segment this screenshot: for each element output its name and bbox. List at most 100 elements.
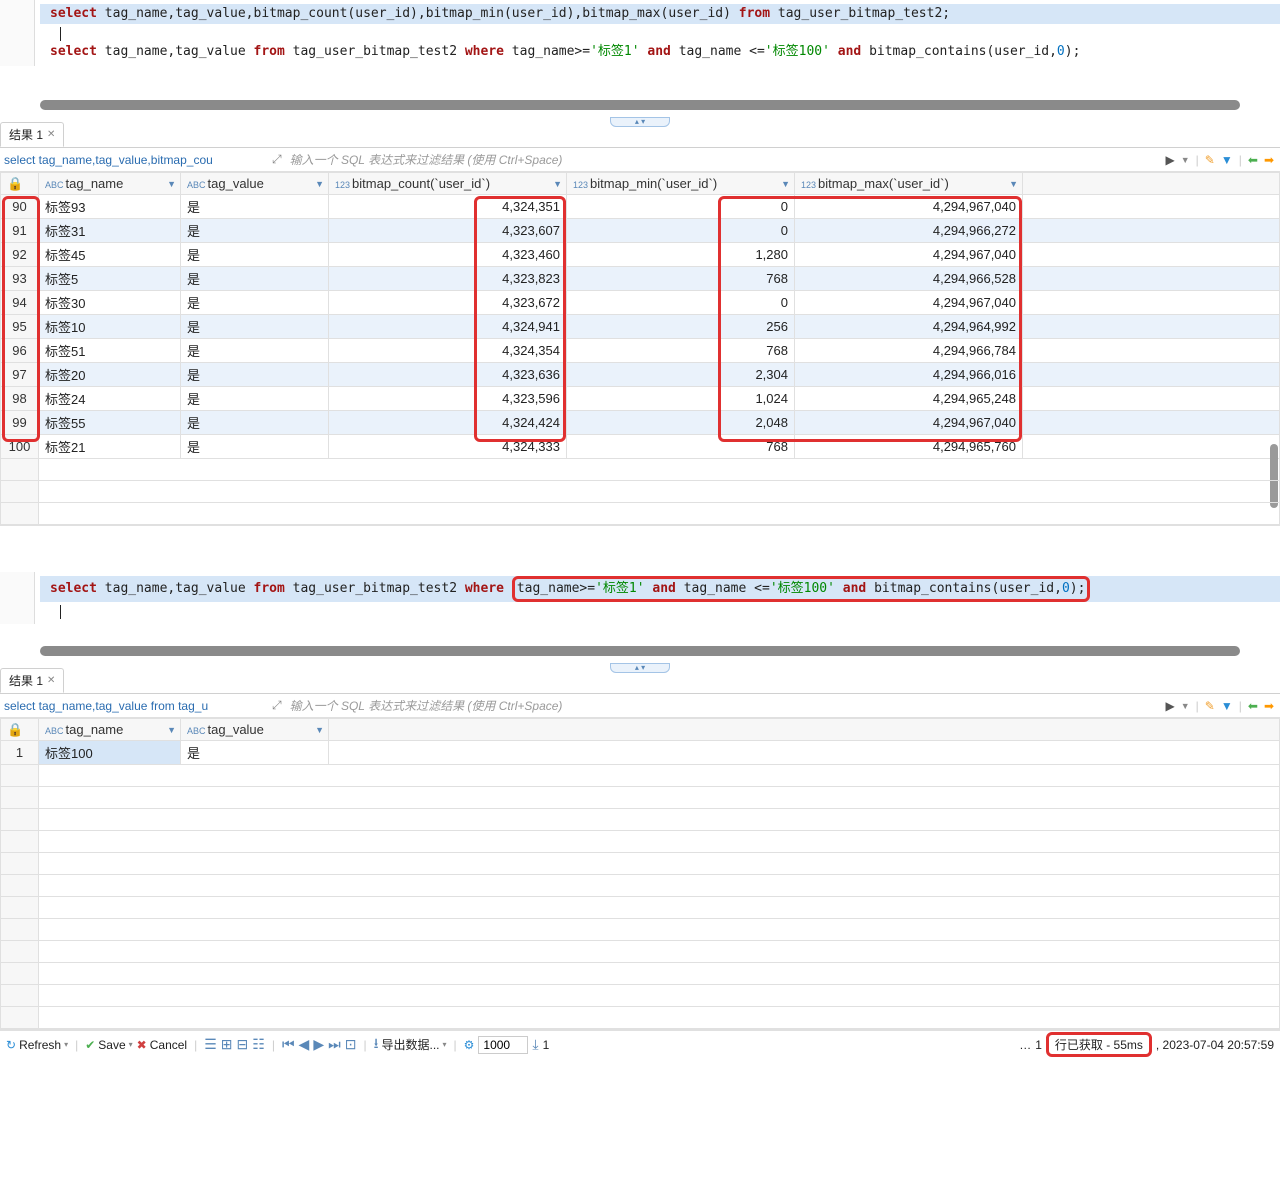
cell-tag-value[interactable]: 是 — [181, 243, 329, 267]
pencil-icon[interactable]: ✎ — [1205, 153, 1215, 167]
panel-collapse-handle[interactable]: ▴ ▾ — [0, 658, 1280, 670]
cell-bitmap-count[interactable]: 4,323,460 — [329, 243, 567, 267]
cell-bitmap-count[interactable]: 4,324,333 — [329, 435, 567, 459]
right-arrow-icon[interactable]: ➡ — [1264, 699, 1274, 713]
cell-tag-name[interactable]: 标签51 — [39, 339, 181, 363]
cell-bitmap-max[interactable]: 4,294,967,040 — [795, 291, 1023, 315]
col-tag-name[interactable]: ABCtag_name▼ — [39, 719, 181, 741]
cell-bitmap-max[interactable]: 4,294,965,248 — [795, 387, 1023, 411]
expand-icon[interactable]: ⤢ — [268, 698, 286, 713]
cell-bitmap-max[interactable]: 4,294,967,040 — [795, 195, 1023, 219]
table-row[interactable]: 94标签30是4,323,67204,294,967,040 — [1, 291, 1280, 315]
cell-tag-value[interactable]: 是 — [181, 363, 329, 387]
cell-tag-name[interactable]: 标签30 — [39, 291, 181, 315]
cell-tag-name[interactable]: 标签10 — [39, 315, 181, 339]
dropdown-icon[interactable]: ▼ — [315, 179, 324, 189]
cell-bitmap-min[interactable]: 768 — [567, 267, 795, 291]
cell-bitmap-count[interactable]: 4,323,607 — [329, 219, 567, 243]
sql-editor-top[interactable]: select tag_name,tag_value,bitmap_count(u… — [0, 0, 1280, 66]
sql-caret-line[interactable] — [40, 24, 1280, 42]
toolbar-icon[interactable]: ⊞ — [221, 1036, 233, 1053]
dropdown-icon[interactable]: ▼ — [167, 179, 176, 189]
cell-bitmap-min[interactable]: 1,024 — [567, 387, 795, 411]
target-icon[interactable]: ⊡ — [345, 1036, 357, 1053]
dropdown-icon[interactable]: ▼ — [167, 725, 176, 735]
tab-result-1[interactable]: 结果 1 ✕ — [0, 122, 64, 147]
cell-tag-name[interactable]: 标签20 — [39, 363, 181, 387]
gear-icon[interactable]: ⚙ — [464, 1038, 475, 1052]
cell-tag-value[interactable]: 是 — [181, 195, 329, 219]
toolbar-icon[interactable]: ☰ — [204, 1036, 217, 1053]
funnel-icon[interactable]: ▼ — [1221, 699, 1233, 713]
refresh-button[interactable]: ↻Refresh▾ — [6, 1038, 68, 1052]
cell-bitmap-count[interactable]: 4,324,941 — [329, 315, 567, 339]
sql-line-1[interactable]: select tag_name,tag_value,bitmap_count(u… — [40, 4, 1280, 24]
col-bitmap-max[interactable]: 123bitmap_max(`user_id`)▼ — [795, 173, 1023, 195]
dropdown-icon[interactable]: ▼ — [1181, 701, 1190, 711]
dropdown-icon[interactable]: ▼ — [315, 725, 324, 735]
cell-tag-name[interactable]: 标签100 — [39, 741, 181, 765]
first-icon[interactable]: ⏮ — [282, 1036, 295, 1053]
cell-bitmap-count[interactable]: 4,324,351 — [329, 195, 567, 219]
cell-tag-value[interactable]: 是 — [181, 435, 329, 459]
col-tag-name[interactable]: ABCtag_name▼ — [39, 173, 181, 195]
cell-bitmap-max[interactable]: 4,294,966,528 — [795, 267, 1023, 291]
prev-icon[interactable]: ◀ — [299, 1036, 310, 1053]
limit-input[interactable] — [478, 1036, 528, 1054]
cell-tag-value[interactable]: 是 — [181, 291, 329, 315]
table-row[interactable]: 99标签55是4,324,4242,0484,294,967,040 — [1, 411, 1280, 435]
editor-hscrollbar[interactable] — [40, 100, 1240, 110]
fetch-icon[interactable]: ⤓ — [532, 1036, 538, 1053]
cell-bitmap-max[interactable]: 4,294,964,992 — [795, 315, 1023, 339]
editor-hscrollbar[interactable] — [40, 646, 1240, 656]
cell-bitmap-max[interactable]: 4,294,967,040 — [795, 243, 1023, 267]
cell-bitmap-min[interactable]: 2,304 — [567, 363, 795, 387]
close-icon[interactable]: ✕ — [47, 129, 55, 140]
table-row[interactable]: 97标签20是4,323,6362,3044,294,966,016 — [1, 363, 1280, 387]
toolbar-icon[interactable]: ⊟ — [237, 1036, 249, 1053]
sql-caret-line[interactable] — [40, 602, 1280, 620]
table-row[interactable]: 91标签31是4,323,60704,294,966,272 — [1, 219, 1280, 243]
close-icon[interactable]: ✕ — [47, 675, 55, 686]
sql-line-3[interactable]: select tag_name,tag_value from tag_user_… — [40, 42, 1280, 62]
cell-bitmap-min[interactable]: 256 — [567, 315, 795, 339]
tab-result-1b[interactable]: 结果 1 ✕ — [0, 668, 64, 693]
last-icon[interactable]: ⏭ — [328, 1036, 341, 1053]
data-table[interactable]: 🔒 ABCtag_name▼ ABCtag_value▼ 123bitmap_c… — [0, 172, 1280, 459]
cell-bitmap-count[interactable]: 4,324,354 — [329, 339, 567, 363]
cell-tag-name[interactable]: 标签45 — [39, 243, 181, 267]
dropdown-icon[interactable]: ▼ — [1181, 155, 1190, 165]
table-row[interactable]: 1标签100是 — [1, 741, 1280, 765]
cell-tag-value[interactable]: 是 — [181, 741, 329, 765]
cell-bitmap-min[interactable]: 0 — [567, 291, 795, 315]
next-icon[interactable]: ▶ — [313, 1036, 324, 1053]
save-button[interactable]: ✔Save▾ — [85, 1038, 132, 1052]
cell-tag-name[interactable]: 标签24 — [39, 387, 181, 411]
table-row[interactable]: 92标签45是4,323,4601,2804,294,967,040 — [1, 243, 1280, 267]
panel-collapse-handle[interactable]: ▴ ▾ — [0, 112, 1280, 124]
left-arrow-icon[interactable]: ⬅ — [1248, 699, 1258, 713]
cell-tag-value[interactable]: 是 — [181, 219, 329, 243]
table-row[interactable]: 90标签93是4,324,35104,294,967,040 — [1, 195, 1280, 219]
cell-bitmap-min[interactable]: 768 — [567, 339, 795, 363]
dropdown-icon[interactable]: ▼ — [1009, 179, 1018, 189]
cancel-button[interactable]: ✖Cancel — [137, 1038, 187, 1052]
cell-tag-name[interactable]: 标签21 — [39, 435, 181, 459]
cell-bitmap-count[interactable]: 4,323,672 — [329, 291, 567, 315]
col-bitmap-min[interactable]: 123bitmap_min(`user_id`)▼ — [567, 173, 795, 195]
cell-tag-value[interactable]: 是 — [181, 387, 329, 411]
left-arrow-icon[interactable]: ⬅ — [1248, 153, 1258, 167]
filter-placeholder[interactable]: 输入一个 SQL 表达式来过滤结果 (使用 Ctrl+Space) — [286, 697, 1160, 714]
cell-tag-value[interactable]: 是 — [181, 339, 329, 363]
cell-bitmap-min[interactable]: 1,280 — [567, 243, 795, 267]
toolbar-icon[interactable]: ☷ — [252, 1036, 265, 1053]
cell-bitmap-min[interactable]: 0 — [567, 195, 795, 219]
dropdown-icon[interactable]: ▼ — [553, 179, 562, 189]
play-icon[interactable]: ▶ — [1166, 153, 1175, 167]
dropdown-icon[interactable]: ▼ — [781, 179, 790, 189]
cell-bitmap-count[interactable]: 4,324,424 — [329, 411, 567, 435]
table-row[interactable]: 95标签10是4,324,9412564,294,964,992 — [1, 315, 1280, 339]
table-row[interactable]: 93标签5是4,323,8237684,294,966,528 — [1, 267, 1280, 291]
cell-bitmap-max[interactable]: 4,294,966,272 — [795, 219, 1023, 243]
expand-icon[interactable]: ⤢ — [268, 152, 286, 167]
